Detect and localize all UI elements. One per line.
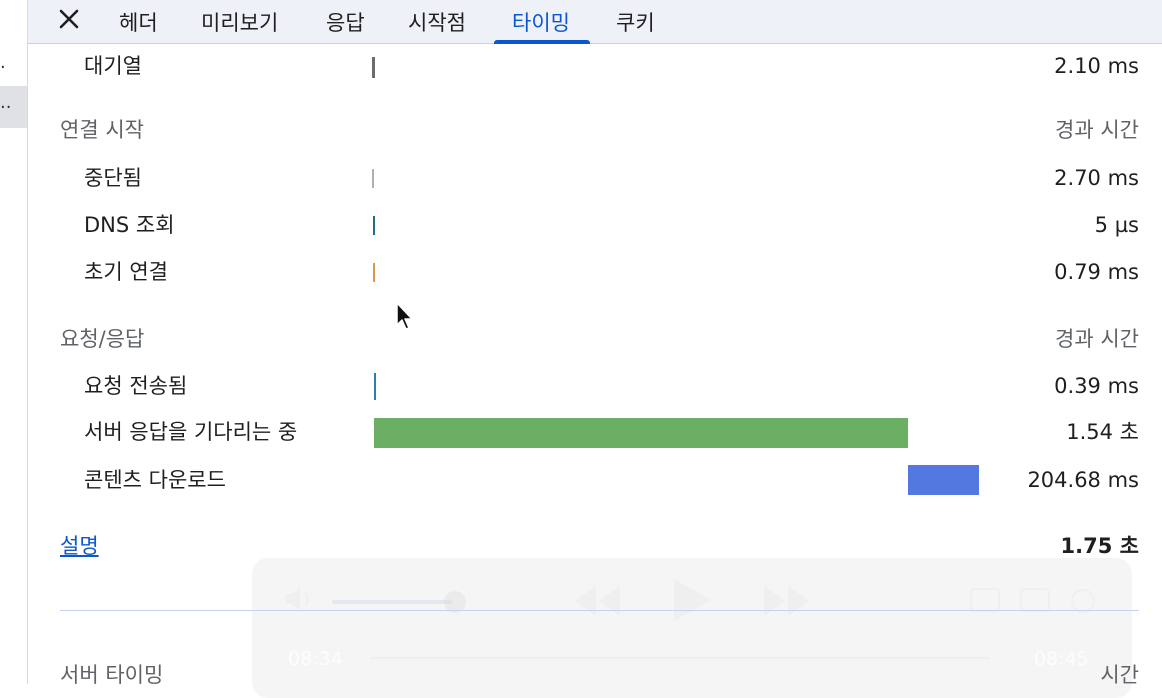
timing-value: 204.68 ms xyxy=(1027,468,1139,492)
section-column-header: 경과 시간 xyxy=(1055,327,1139,351)
download-bar xyxy=(908,465,979,495)
timing-row-dns: DNS 조회 5 µs xyxy=(0,210,1162,240)
section-title: 요청/응답 xyxy=(60,327,145,351)
pip-icon[interactable] xyxy=(970,588,1000,617)
queue-bar xyxy=(372,57,375,78)
dns-bar xyxy=(373,216,375,235)
tab-cookies[interactable]: 쿠키 xyxy=(616,0,655,43)
selected-request-row[interactable]: .. xyxy=(0,86,27,128)
total-duration: 1.75 초 xyxy=(1060,534,1139,558)
section-divider xyxy=(60,610,1139,611)
timing-label: 초기 연결 xyxy=(84,260,168,284)
timing-label: DNS 조회 xyxy=(84,213,175,237)
current-time: 08:34 xyxy=(288,648,343,670)
fast-forward-icon[interactable] xyxy=(762,584,812,623)
mouse-cursor-icon xyxy=(396,302,413,330)
timing-value: 1.54 초 xyxy=(1066,420,1139,444)
play-icon[interactable] xyxy=(668,576,716,629)
volume-icon[interactable] xyxy=(282,584,318,619)
timing-value: 0.79 ms xyxy=(1054,260,1139,284)
close-icon[interactable] xyxy=(54,0,84,38)
timing-value: 2.10 ms xyxy=(1054,54,1139,78)
timing-label: 중단됨 xyxy=(84,166,142,190)
tab-preview[interactable]: 미리보기 xyxy=(201,0,278,43)
request-sent-bar xyxy=(374,373,376,400)
captions-icon[interactable] xyxy=(1020,588,1050,617)
timing-row-waiting: 서버 응답을 기다리는 중 1.54 초 xyxy=(0,417,1162,448)
tab-response[interactable]: 응답 xyxy=(326,0,365,43)
connection-bar xyxy=(373,263,375,282)
video-player-overlay[interactable]: 08:34 08:45 xyxy=(252,558,1132,698)
tab-timing[interactable]: 타이밍 xyxy=(494,0,590,44)
section-column-header: 경과 시간 xyxy=(1055,118,1139,142)
timing-row-queueing: 대기열 2.10 ms xyxy=(0,51,1162,81)
timing-value: 2.70 ms xyxy=(1054,166,1139,190)
timing-label: 서버 응답을 기다리는 중 xyxy=(84,420,298,444)
seek-bar[interactable] xyxy=(370,657,990,659)
stalled-bar xyxy=(372,169,374,188)
timing-label: 대기열 xyxy=(84,54,142,78)
server-timing-column-header: 시간 xyxy=(1100,663,1139,687)
timing-row-initial-connection: 초기 연결 0.79 ms xyxy=(0,257,1162,287)
details-tab-bar: 헤더 미리보기 응답 시작점 타이밍 쿠키 xyxy=(28,0,1162,44)
timing-label: 콘텐츠 다운로드 xyxy=(84,468,226,492)
volume-slider[interactable] xyxy=(332,600,452,604)
timing-value: 0.39 ms xyxy=(1054,374,1139,398)
waiting-bar xyxy=(374,418,908,448)
tab-headers[interactable]: 헤더 xyxy=(119,0,158,43)
timing-value: 5 µs xyxy=(1094,213,1139,237)
timing-row-content-download: 콘텐츠 다운로드 204.68 ms xyxy=(0,465,1162,495)
settings-icon[interactable] xyxy=(1070,588,1096,619)
tab-initiator[interactable]: 시작점 xyxy=(408,0,466,43)
explanation-link[interactable]: 설명 xyxy=(60,531,99,561)
timing-row-request-sent: 요청 전송됨 0.39 ms xyxy=(0,371,1162,401)
end-time: 08:45 xyxy=(1034,648,1089,670)
timing-row-stalled: 중단됨 2.70 ms xyxy=(0,163,1162,193)
rewind-icon[interactable] xyxy=(572,584,622,623)
section-title: 연결 시작 xyxy=(60,118,144,142)
request-list-gutter: . .. xyxy=(0,0,28,684)
timing-label: 요청 전송됨 xyxy=(84,374,188,398)
server-timing-title: 서버 타이밍 xyxy=(60,663,164,687)
